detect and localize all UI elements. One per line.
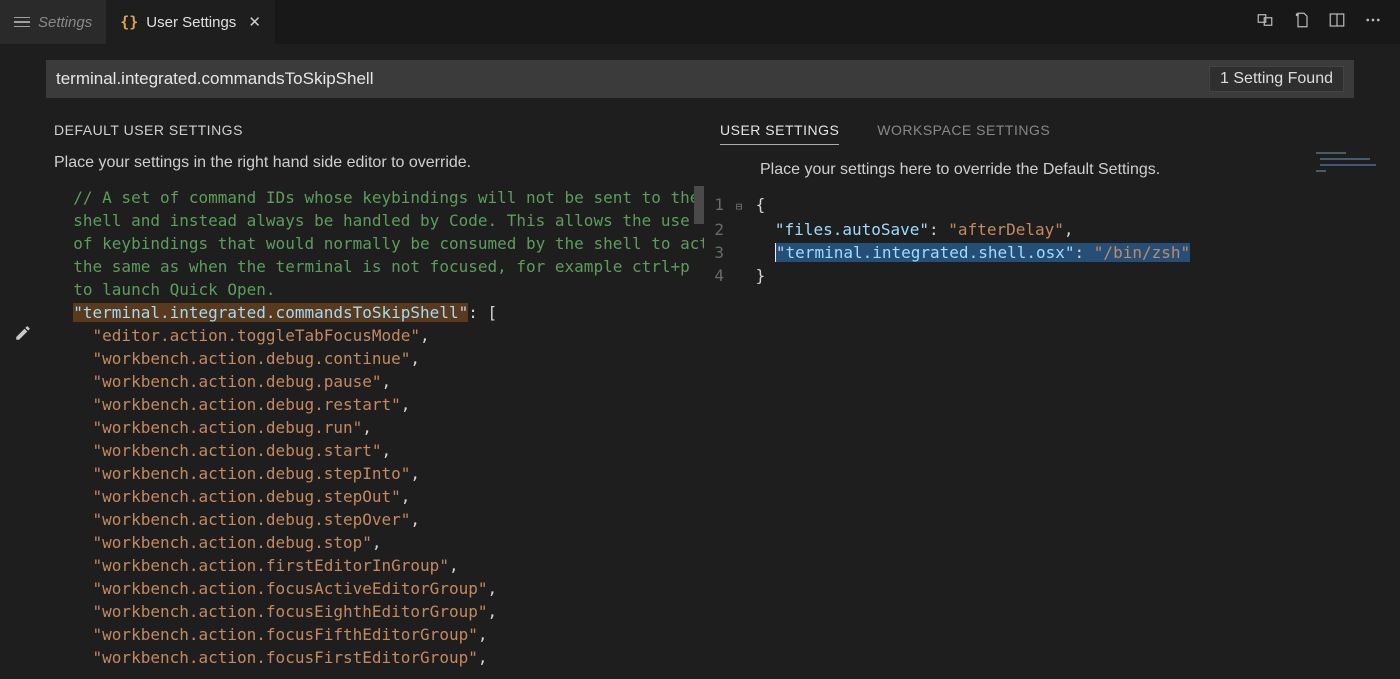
default-settings-pane: DEFAULT USER SETTINGS Place your setting… (46, 108, 704, 679)
edit-pencil-icon[interactable] (14, 324, 32, 346)
user-settings-hint: Place your settings here to override the… (704, 161, 1400, 193)
settings-search-input[interactable] (56, 69, 1209, 89)
close-icon[interactable]: ✕ (248, 13, 261, 31)
user-settings-editor[interactable]: 1⊟ {2 "files.autoSave": "afterDelay",3 "… (704, 193, 1400, 287)
tab-user-scope[interactable]: USER SETTINGS (720, 122, 839, 145)
tab-bar: Settings {} User Settings ✕ (0, 0, 1400, 44)
settings-search: 1 Setting Found (46, 60, 1354, 98)
tab-label: User Settings (146, 14, 236, 31)
default-settings-editor[interactable]: // A set of command IDs whose keybinding… (46, 186, 704, 679)
tab-user-settings[interactable]: {} User Settings ✕ (106, 0, 275, 44)
tab-label: Settings (38, 14, 92, 31)
scrollbar[interactable] (694, 186, 704, 679)
default-settings-hint: Place your settings in the right hand si… (46, 154, 704, 186)
menu-icon (14, 17, 30, 28)
results-count-badge: 1 Setting Found (1209, 66, 1344, 92)
settings-search-row: 1 Setting Found (0, 44, 1400, 108)
tab-workspace-scope[interactable]: WORKSPACE SETTINGS (877, 122, 1050, 145)
user-settings-pane: USER SETTINGS WORKSPACE SETTINGS Place y… (704, 108, 1400, 679)
compare-icon[interactable] (1256, 11, 1274, 33)
settings-scope-tabs: USER SETTINGS WORKSPACE SETTINGS (704, 108, 1400, 161)
tab-actions (1256, 0, 1400, 44)
minimap[interactable] (1316, 150, 1396, 180)
split-editor-icon[interactable] (1328, 11, 1346, 33)
default-settings-heading: DEFAULT USER SETTINGS (46, 108, 704, 154)
open-file-icon[interactable] (1292, 11, 1310, 33)
json-icon: {} (120, 13, 138, 31)
tab-settings[interactable]: Settings (0, 0, 106, 44)
more-icon[interactable] (1364, 11, 1382, 33)
